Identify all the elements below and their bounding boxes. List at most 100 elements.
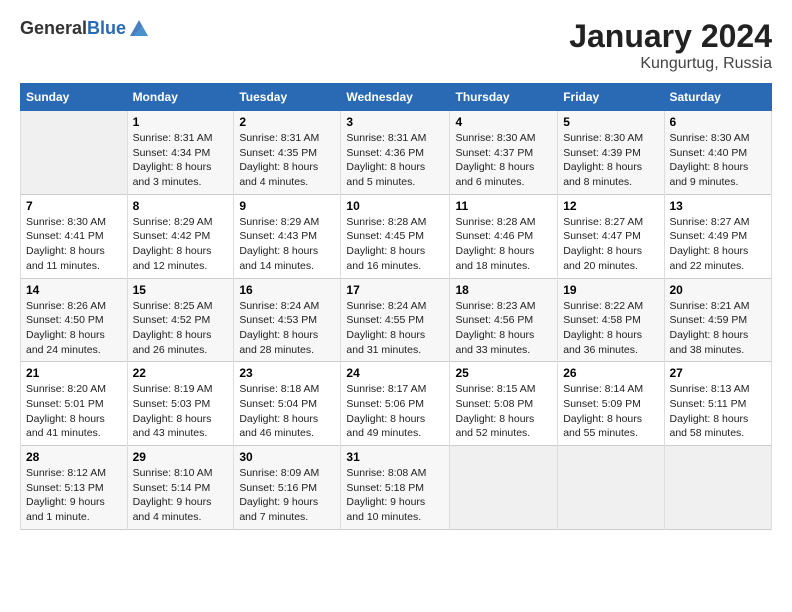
cell-content: Sunrise: 8:30 AMSunset: 4:39 PMDaylight:… [563,131,658,190]
day-number: 14 [26,283,122,297]
calendar-cell: 26 Sunrise: 8:14 AMSunset: 5:09 PMDayligh… [558,362,664,446]
col-header-sunday: Sunday [21,84,128,111]
day-number: 29 [133,450,229,464]
calendar-cell: 29 Sunrise: 8:10 AMSunset: 5:14 PMDayligh… [127,446,234,530]
day-number: 7 [26,199,122,213]
cell-content: Sunrise: 8:08 AMSunset: 5:18 PMDaylight:… [346,466,444,525]
calendar-cell: 16 Sunrise: 8:24 AMSunset: 4:53 PMDayligh… [234,278,341,362]
day-number: 26 [563,366,658,380]
day-number: 8 [133,199,229,213]
cell-content: Sunrise: 8:30 AMSunset: 4:37 PMDaylight:… [455,131,552,190]
day-number: 10 [346,199,444,213]
logo: GeneralBlue [20,18,150,40]
cell-content: Sunrise: 8:29 AMSunset: 4:43 PMDaylight:… [239,215,335,274]
calendar-cell: 24 Sunrise: 8:17 AMSunset: 5:06 PMDayligh… [341,362,450,446]
cell-content: Sunrise: 8:28 AMSunset: 4:45 PMDaylight:… [346,215,444,274]
logo-icon [128,18,150,40]
cell-content: Sunrise: 8:21 AMSunset: 4:59 PMDaylight:… [670,299,767,358]
cell-content: Sunrise: 8:10 AMSunset: 5:14 PMDaylight:… [133,466,229,525]
day-number: 12 [563,199,658,213]
calendar-cell: 7 Sunrise: 8:30 AMSunset: 4:41 PMDaylight… [21,194,128,278]
day-number: 11 [455,199,552,213]
cell-content: Sunrise: 8:12 AMSunset: 5:13 PMDaylight:… [26,466,122,525]
calendar-cell: 10 Sunrise: 8:28 AMSunset: 4:45 PMDayligh… [341,194,450,278]
calendar-cell: 14Sunrise: 8:26 AMSunset: 4:50 PMDayligh… [21,278,128,362]
calendar-cell: 30Sunrise: 8:09 AMSunset: 5:16 PMDayligh… [234,446,341,530]
day-number: 24 [346,366,444,380]
calendar-week-2: 7 Sunrise: 8:30 AMSunset: 4:41 PMDaylight… [21,194,772,278]
cell-content: Sunrise: 8:22 AMSunset: 4:58 PMDaylight:… [563,299,658,358]
calendar-cell: 12Sunrise: 8:27 AMSunset: 4:47 PMDayligh… [558,194,664,278]
cell-content: Sunrise: 8:31 AMSunset: 4:35 PMDaylight:… [239,131,335,190]
calendar-cell: 9 Sunrise: 8:29 AMSunset: 4:43 PMDaylight… [234,194,341,278]
calendar-cell: 8 Sunrise: 8:29 AMSunset: 4:42 PMDaylight… [127,194,234,278]
col-header-monday: Monday [127,84,234,111]
calendar-cell: 15 Sunrise: 8:25 AMSunset: 4:52 PMDayligh… [127,278,234,362]
day-number: 9 [239,199,335,213]
page-header: GeneralBlue January 2024 Kungurtug, Russ… [20,18,772,73]
logo-blue: Blue [87,18,126,38]
page-subtitle: Kungurtug, Russia [569,55,772,73]
cell-content: Sunrise: 8:31 AMSunset: 4:34 PMDaylight:… [133,131,229,190]
col-header-thursday: Thursday [450,84,558,111]
cell-content: Sunrise: 8:18 AMSunset: 5:04 PMDaylight:… [239,382,335,441]
day-number: 28 [26,450,122,464]
col-header-saturday: Saturday [664,84,772,111]
day-number: 30 [239,450,335,464]
day-number: 6 [670,115,767,129]
cell-content: Sunrise: 8:14 AMSunset: 5:09 PMDaylight:… [563,382,658,441]
day-number: 25 [455,366,552,380]
cell-content: Sunrise: 8:15 AMSunset: 5:08 PMDaylight:… [455,382,552,441]
cell-content: Sunrise: 8:29 AMSunset: 4:42 PMDaylight:… [133,215,229,274]
calendar-cell: 6Sunrise: 8:30 AMSunset: 4:40 PMDaylight… [664,111,772,195]
day-number: 5 [563,115,658,129]
calendar-week-4: 21 Sunrise: 8:20 AMSunset: 5:01 PMDayligh… [21,362,772,446]
day-number: 1 [133,115,229,129]
calendar-cell: 3 Sunrise: 8:31 AMSunset: 4:36 PMDaylight… [341,111,450,195]
cell-content: Sunrise: 8:31 AMSunset: 4:36 PMDaylight:… [346,131,444,190]
calendar-header-row: SundayMondayTuesdayWednesdayThursdayFrid… [21,84,772,111]
day-number: 23 [239,366,335,380]
calendar-cell: 28 Sunrise: 8:12 AMSunset: 5:13 PMDayligh… [21,446,128,530]
calendar-cell: 1 Sunrise: 8:31 AMSunset: 4:34 PMDaylight… [127,111,234,195]
calendar-cell: 23 Sunrise: 8:18 AMSunset: 5:04 PMDayligh… [234,362,341,446]
day-number: 27 [670,366,767,380]
day-number: 18 [455,283,552,297]
logo-general: General [20,18,87,38]
calendar-cell: 27 Sunrise: 8:13 AMSunset: 5:11 PMDayligh… [664,362,772,446]
calendar-cell: 11 Sunrise: 8:28 AMSunset: 4:46 PMDayligh… [450,194,558,278]
day-number: 22 [133,366,229,380]
calendar-cell: 21 Sunrise: 8:20 AMSunset: 5:01 PMDayligh… [21,362,128,446]
cell-content: Sunrise: 8:17 AMSunset: 5:06 PMDaylight:… [346,382,444,441]
calendar-cell: 19Sunrise: 8:22 AMSunset: 4:58 PMDayligh… [558,278,664,362]
calendar-week-3: 14Sunrise: 8:26 AMSunset: 4:50 PMDayligh… [21,278,772,362]
calendar-table: SundayMondayTuesdayWednesdayThursdayFrid… [20,83,772,530]
calendar-cell: 22Sunrise: 8:19 AMSunset: 5:03 PMDayligh… [127,362,234,446]
calendar-week-1: 1 Sunrise: 8:31 AMSunset: 4:34 PMDaylight… [21,111,772,195]
cell-content: Sunrise: 8:30 AMSunset: 4:41 PMDaylight:… [26,215,122,274]
page-title: January 2024 [569,18,772,55]
day-number: 21 [26,366,122,380]
day-number: 4 [455,115,552,129]
calendar-cell [558,446,664,530]
day-number: 2 [239,115,335,129]
cell-content: Sunrise: 8:28 AMSunset: 4:46 PMDaylight:… [455,215,552,274]
col-header-wednesday: Wednesday [341,84,450,111]
cell-content: Sunrise: 8:25 AMSunset: 4:52 PMDaylight:… [133,299,229,358]
day-number: 3 [346,115,444,129]
day-number: 20 [670,283,767,297]
day-number: 16 [239,283,335,297]
day-number: 13 [670,199,767,213]
day-number: 15 [133,283,229,297]
calendar-cell: 17Sunrise: 8:24 AMSunset: 4:55 PMDayligh… [341,278,450,362]
cell-content: Sunrise: 8:20 AMSunset: 5:01 PMDaylight:… [26,382,122,441]
cell-content: Sunrise: 8:23 AMSunset: 4:56 PMDaylight:… [455,299,552,358]
calendar-cell: 18 Sunrise: 8:23 AMSunset: 4:56 PMDayligh… [450,278,558,362]
day-number: 31 [346,450,444,464]
cell-content: Sunrise: 8:24 AMSunset: 4:53 PMDaylight:… [239,299,335,358]
cell-content: Sunrise: 8:24 AMSunset: 4:55 PMDaylight:… [346,299,444,358]
calendar-cell: 13Sunrise: 8:27 AMSunset: 4:49 PMDayligh… [664,194,772,278]
calendar-cell: 20 Sunrise: 8:21 AMSunset: 4:59 PMDayligh… [664,278,772,362]
cell-content: Sunrise: 8:13 AMSunset: 5:11 PMDaylight:… [670,382,767,441]
calendar-cell [664,446,772,530]
